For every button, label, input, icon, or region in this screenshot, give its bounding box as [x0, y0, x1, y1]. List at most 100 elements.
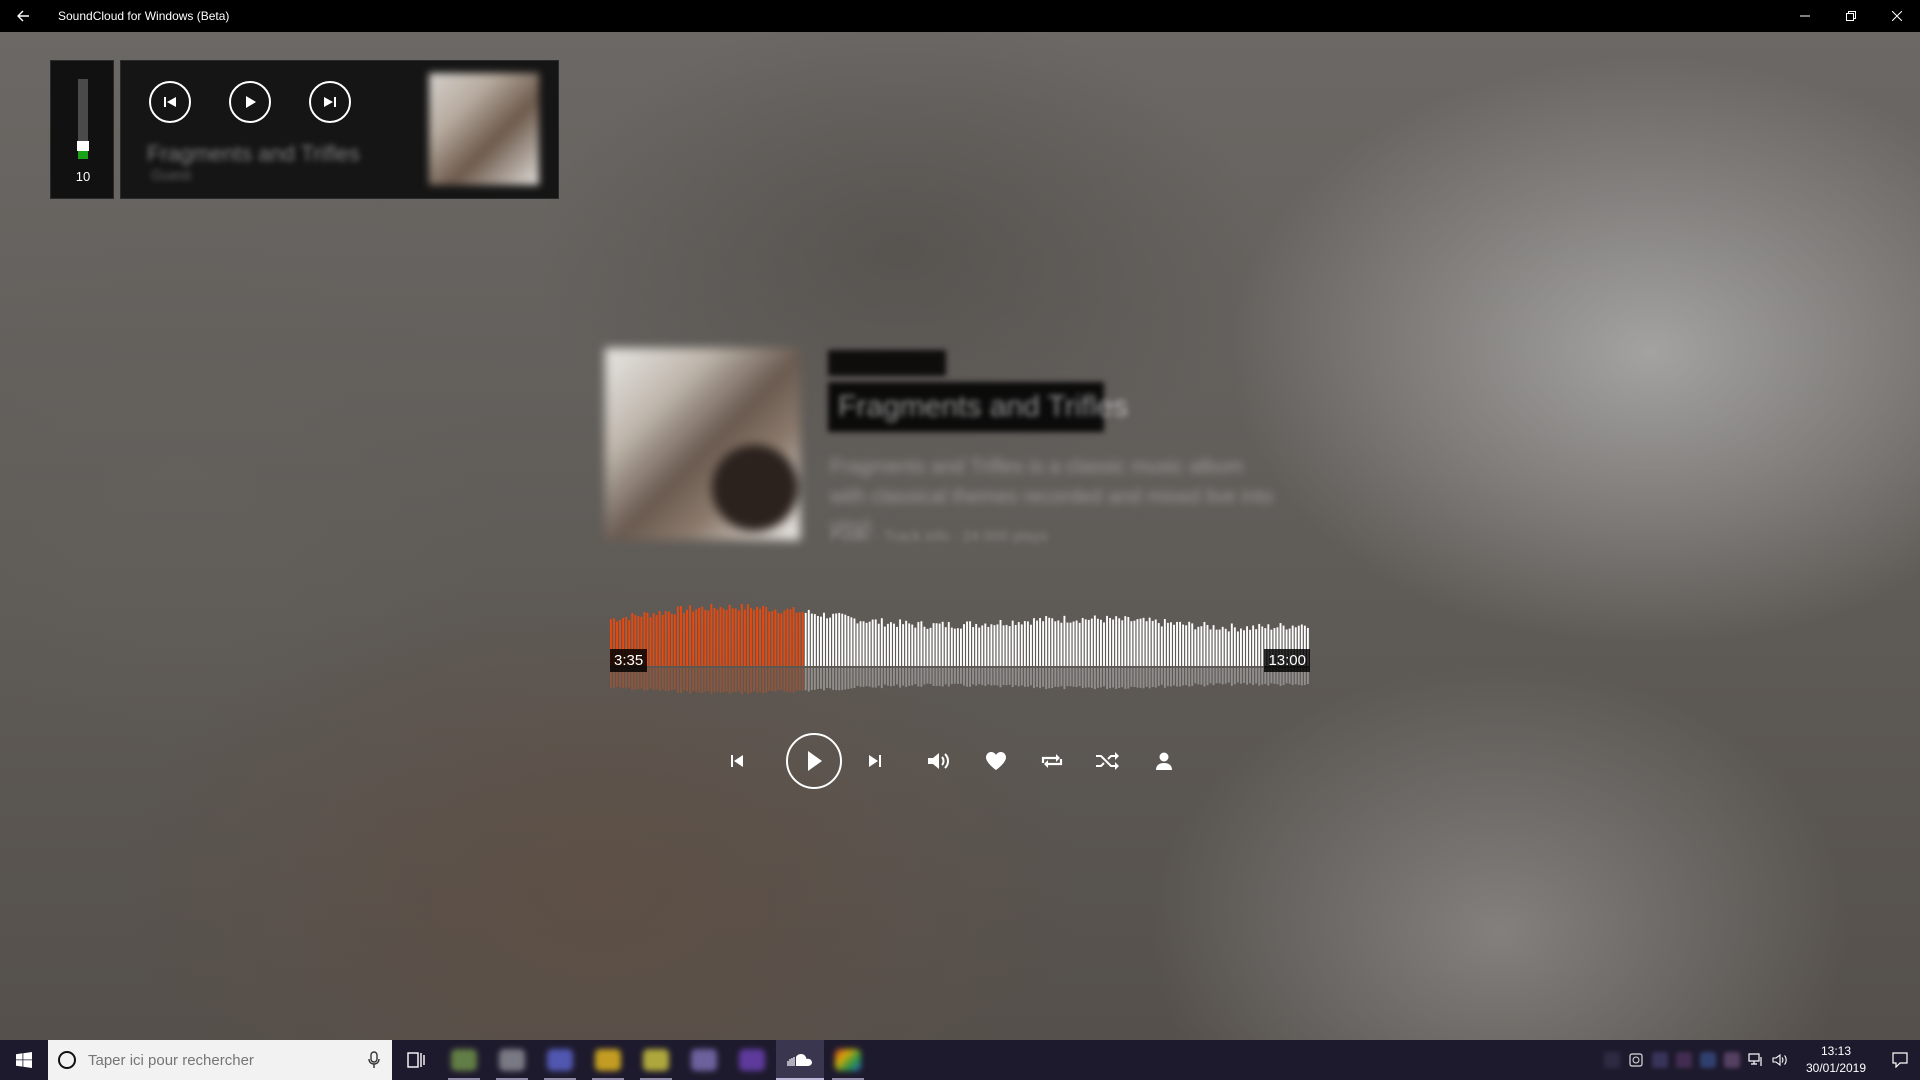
mini-next-button[interactable]	[309, 81, 351, 123]
waveform-bar	[987, 626, 990, 666]
microphone-icon[interactable]	[368, 1051, 380, 1069]
waveform-bar	[756, 606, 758, 666]
blurred-app-icon	[451, 1049, 477, 1071]
tray-app[interactable]	[1672, 1040, 1696, 1080]
waveform-bar	[911, 624, 914, 666]
waveform-bar	[899, 619, 902, 666]
waveform-reflection-bar	[899, 668, 902, 688]
waveform-reflection-bar	[801, 668, 804, 691]
waveform-reflection-bar	[695, 668, 698, 692]
waveform-seekbar[interactable]: 3:35 13:00	[610, 600, 1310, 700]
waveform-bar	[1106, 615, 1108, 666]
waveform-reflection-bar	[1145, 668, 1148, 687]
tray-app[interactable]	[1600, 1040, 1624, 1080]
network-button[interactable]	[1744, 1040, 1768, 1080]
taskbar-app[interactable]	[584, 1040, 632, 1080]
waveform-bar	[832, 613, 835, 666]
waveform-reflection-bar	[944, 668, 947, 685]
waveform-reflection-bar	[960, 668, 962, 684]
genre-tag[interactable]	[828, 350, 946, 376]
search-input[interactable]	[88, 1051, 358, 1069]
back-button[interactable]	[0, 0, 46, 32]
like-button[interactable]	[983, 748, 1009, 774]
waveform-bar	[1063, 615, 1066, 666]
taskbar-clock[interactable]: 13:13 30/01/2019	[1796, 1043, 1876, 1077]
taskbar-app[interactable]	[728, 1040, 776, 1080]
next-button[interactable]	[864, 750, 886, 772]
waveform-reflection-bar	[753, 668, 755, 692]
shuffle-button[interactable]	[1094, 748, 1122, 774]
waveform-bar	[1200, 626, 1203, 666]
task-view-button[interactable]	[392, 1040, 440, 1080]
waveform-bar	[722, 608, 725, 666]
previous-button[interactable]	[726, 750, 748, 772]
taskbar-search[interactable]	[48, 1040, 392, 1080]
waveform-reflection-bar	[1106, 668, 1108, 690]
waveform-reflection-bar	[1121, 668, 1124, 688]
waveform-bar	[667, 611, 670, 666]
waveform-reflection-bar	[1130, 668, 1133, 687]
waveform-reflection-bar	[972, 668, 975, 685]
waveform-reflection-bar	[1233, 668, 1236, 685]
waveform-reflection-bar	[1127, 668, 1130, 689]
taskbar-app[interactable]	[824, 1040, 872, 1080]
waveform-bar	[731, 608, 734, 666]
repeat-button[interactable]	[1038, 748, 1066, 774]
action-center-button[interactable]	[1880, 1040, 1920, 1080]
waveform-bar	[953, 628, 956, 666]
waveform-bar	[1090, 618, 1093, 666]
waveform-bar	[826, 618, 828, 666]
volume-slider[interactable]	[77, 79, 89, 159]
waveform-bar	[972, 627, 975, 666]
mini-previous-button[interactable]	[149, 81, 191, 123]
waveform-bar	[686, 609, 688, 666]
artist-button[interactable]	[1151, 748, 1177, 774]
waveform-reflection-bar	[890, 668, 892, 687]
start-button[interactable]	[0, 1040, 48, 1080]
close-button[interactable]	[1874, 0, 1920, 32]
taskbar-app[interactable]	[488, 1040, 536, 1080]
taskbar-app[interactable]	[440, 1040, 488, 1080]
waveform-bar	[680, 606, 682, 666]
waveform-bar	[743, 609, 746, 666]
waveform-reflection-bar	[1224, 668, 1227, 684]
total-duration: 13:00	[1264, 649, 1310, 672]
taskbar-app-soundcloud[interactable]	[776, 1040, 824, 1080]
waveform-reflection-bar	[914, 668, 917, 685]
waveform-bar	[713, 607, 716, 666]
waveform-bar	[868, 621, 871, 666]
waveform-reflection-bar	[956, 668, 959, 684]
mini-album-art[interactable]	[429, 73, 539, 185]
waveform-bar	[1103, 622, 1105, 666]
waveform-bar	[1170, 622, 1172, 666]
tray-app[interactable]	[1624, 1040, 1648, 1080]
tray-app[interactable]	[1648, 1040, 1672, 1080]
waveform-bar	[1173, 624, 1175, 666]
tray-app[interactable]	[1696, 1040, 1720, 1080]
waveform-reflection-bar	[680, 668, 682, 694]
waveform-bar	[1255, 629, 1258, 666]
volume-slider-thumb[interactable]	[77, 141, 89, 151]
waveform-reflection-bar	[734, 668, 737, 693]
taskbar-app[interactable]	[536, 1040, 584, 1080]
mini-play-button[interactable]	[229, 81, 271, 123]
volume-button[interactable]	[926, 748, 952, 774]
minimize-button[interactable]	[1782, 0, 1828, 32]
network-icon	[1748, 1053, 1762, 1066]
waveform-bar	[786, 608, 789, 666]
waveform-bar	[740, 604, 743, 666]
clock-time: 13:13	[1820, 1044, 1852, 1058]
task-view-icon	[407, 1052, 425, 1068]
waveform-bar	[1258, 623, 1261, 666]
waveform-reflection-bar	[1100, 668, 1102, 688]
play-button[interactable]	[786, 733, 842, 789]
back-arrow-icon	[17, 10, 29, 22]
waveform-bar	[1148, 617, 1151, 666]
volume-tray-button[interactable]	[1768, 1040, 1792, 1080]
taskbar-app[interactable]	[632, 1040, 680, 1080]
waveform-reflection-bar	[1170, 668, 1172, 687]
restore-button[interactable]	[1828, 0, 1874, 32]
waveform-reflection-bar	[1133, 668, 1136, 688]
tray-app[interactable]	[1720, 1040, 1744, 1080]
taskbar-app[interactable]	[680, 1040, 728, 1080]
